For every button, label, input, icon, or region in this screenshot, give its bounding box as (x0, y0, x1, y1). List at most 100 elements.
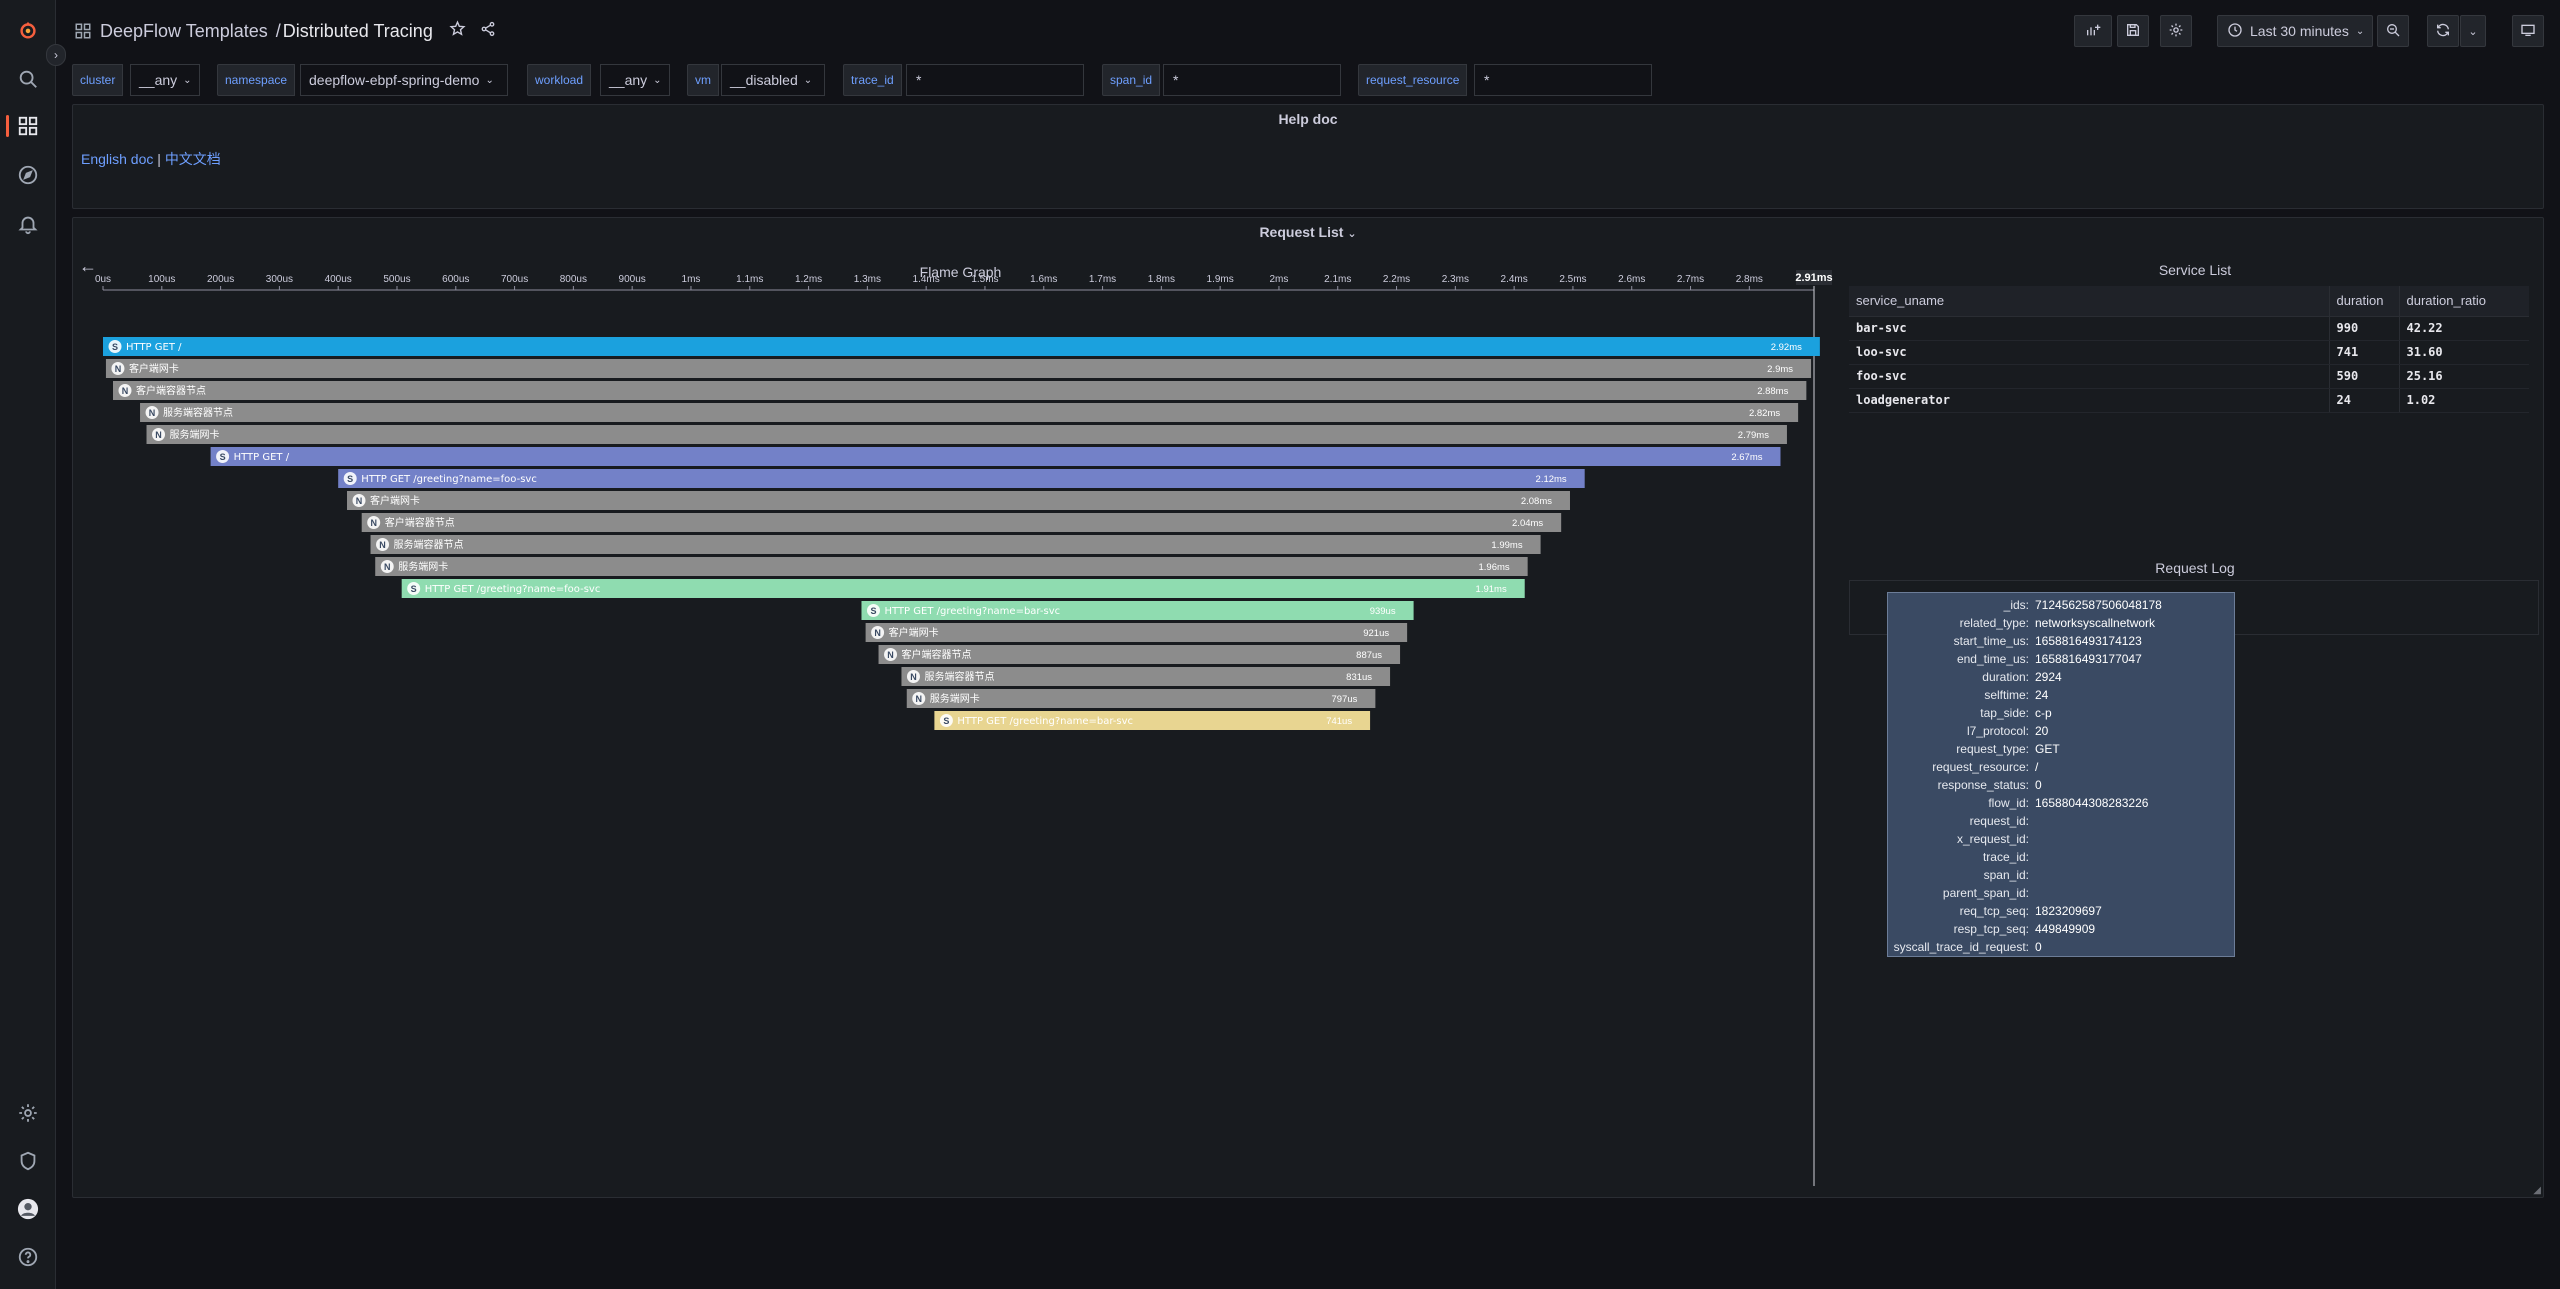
column-header-duration-ratio[interactable]: duration_ratio (2398, 286, 2529, 317)
trace-id-input[interactable]: * (906, 64, 1084, 96)
flame-bar-rect (361, 513, 1562, 532)
flame-bar-label: 客户端容器节点 (902, 648, 972, 661)
var-label-trace-id: trace_id (843, 64, 902, 96)
flame-bar-label: 客户端容器节点 (385, 516, 455, 529)
tv-mode-button[interactable] (2512, 15, 2544, 47)
flame-bar[interactable]: N 服务端网卡 1.96ms (375, 557, 1528, 576)
tooltip-value: networksyscallnetwork (2035, 616, 2156, 630)
table-row[interactable]: loo-svc 741 31.60 (1849, 340, 2529, 365)
breadcrumb-folder[interactable]: DeepFlow Templates (100, 21, 268, 42)
var-label-request-resource: request_resource (1358, 64, 1468, 96)
var-select-cluster[interactable]: __any ⌄ (130, 64, 200, 96)
help-icon[interactable] (14, 1243, 42, 1271)
zoom-out-button[interactable] (2377, 15, 2409, 47)
tooltip-key: span_id: (1983, 868, 2029, 882)
table-cell: 1.02 (2398, 388, 2529, 413)
flame-bar[interactable]: N 客户端容器节点 2.88ms (112, 381, 1807, 400)
flame-bar[interactable]: N 服务端网卡 2.79ms (146, 425, 1787, 444)
flame-bar[interactable]: N 服务端容器节点 2.82ms (140, 403, 1799, 422)
var-select-workload[interactable]: __any ⌄ (600, 64, 670, 96)
time-range-picker[interactable]: Last 30 minutes ⌄ (2217, 15, 2373, 47)
table-cell: 42.22 (2398, 316, 2529, 341)
tooltip-row: duration: 2924 (1888, 668, 2234, 686)
flame-bar-label: 客户端网卡 (889, 626, 939, 639)
explore-icon[interactable] (14, 161, 42, 189)
flame-bar[interactable]: N 服务端网卡 797us (906, 689, 1376, 708)
table-row[interactable]: bar-svc 990 42.22 (1849, 316, 2529, 341)
tv-mode-icon (2520, 22, 2536, 41)
axis-tick-label: 200us (207, 274, 234, 285)
column-header-duration[interactable]: duration (2328, 286, 2399, 317)
add-panel-button[interactable] (2074, 15, 2112, 47)
axis-tick-label: 400us (325, 274, 352, 285)
request-resource-input[interactable]: * (1474, 64, 1652, 96)
var-select-vm[interactable]: __disabled ⌄ (721, 64, 825, 96)
flame-bar[interactable]: S HTTP GET / 2.92ms (103, 337, 1820, 356)
tooltip-row: request_id: (1888, 812, 2234, 830)
cursor-label: 2.91ms (1795, 272, 1832, 284)
flame-bar[interactable]: N 服务端容器节点 831us (901, 667, 1391, 686)
breadcrumb: DeepFlow Templates / Distributed Tracing (74, 20, 496, 42)
grafana-logo-icon[interactable] (14, 16, 42, 44)
flame-bar[interactable]: N 服务端容器节点 1.99ms (370, 535, 1541, 554)
var-select-namespace[interactable]: deepflow-ebpf-spring-demo ⌄ (300, 64, 508, 96)
tooltip-value: / (2035, 760, 2039, 774)
star-icon[interactable] (449, 20, 466, 42)
table-cell: 990 (2328, 316, 2399, 341)
chevron-down-icon: ⌄ (183, 74, 192, 86)
table-cell: loo-svc (1849, 340, 2329, 365)
table-row[interactable]: foo-svc 590 25.16 (1849, 364, 2529, 389)
english-doc-link[interactable]: English doc (81, 151, 153, 167)
avatar[interactable] (14, 1195, 42, 1223)
refresh-button[interactable] (2427, 15, 2459, 47)
tooltip-value: 20 (2035, 724, 2049, 738)
settings-icon[interactable] (14, 1099, 42, 1127)
table-cell: 741 (2328, 340, 2399, 365)
resize-handle-icon[interactable]: ◢ (2533, 1185, 2541, 1196)
flame-bar[interactable]: S HTTP GET /greeting?name=foo-svc 1.91ms (401, 579, 1525, 598)
alerting-icon[interactable] (14, 210, 42, 238)
span-type-letter: N (916, 694, 923, 704)
chevron-down-icon: ⌄ (2468, 25, 2478, 38)
flame-bar[interactable]: N 客户端容器节点 887us (878, 645, 1401, 664)
shield-icon[interactable] (14, 1147, 42, 1175)
share-icon[interactable] (480, 21, 496, 42)
tooltip-key: selftime: (1984, 688, 2029, 702)
table-row[interactable]: loadgenerator 24 1.02 (1849, 388, 2529, 413)
flame-bar[interactable]: S HTTP GET / 2.67ms (210, 447, 1781, 466)
flame-bar[interactable]: S HTTP GET /greeting?name=bar-svc 741us (934, 711, 1371, 730)
dashboard-settings-button[interactable] (2160, 15, 2192, 47)
flame-bar-duration: 797us (1331, 694, 1357, 705)
var-value: __disabled (730, 72, 798, 88)
flame-bar[interactable]: N 客户端网卡 2.9ms (105, 359, 1812, 378)
flame-bar[interactable]: N 客户端网卡 921us (865, 623, 1408, 642)
flame-bar-duration: 2.04ms (1512, 518, 1543, 529)
tooltip-row: flow_id: 16588044308283226 (1888, 794, 2234, 812)
save-button[interactable] (2117, 15, 2149, 47)
flame-bar-rect (146, 425, 1787, 444)
tooltip-key: request_type: (1956, 742, 2029, 756)
tooltip-row: end_time_us: 1658816493177047 (1888, 650, 2234, 668)
sidebar-expand-button[interactable]: › (46, 44, 66, 66)
flame-bar[interactable]: S HTTP GET /greeting?name=foo-svc 2.12ms (338, 469, 1585, 488)
flame-bar-duration: 1.91ms (1476, 584, 1507, 595)
search-icon[interactable] (14, 65, 42, 93)
flame-bar[interactable]: N 客户端网卡 2.08ms (347, 491, 1570, 510)
flame-bar-duration: 887us (1356, 650, 1382, 661)
flame-bar[interactable]: S HTTP GET /greeting?name=bar-svc 939us (861, 601, 1414, 620)
refresh-interval-dropdown[interactable]: ⌄ (2460, 15, 2486, 47)
chevron-down-icon: ⌄ (803, 74, 813, 86)
flame-bar-duration: 831us (1346, 672, 1372, 683)
tooltip-row: response_status: 0 (1888, 776, 2234, 794)
tooltip-row: request_type: GET (1888, 740, 2234, 758)
column-header-service-uname[interactable]: service_uname (1849, 286, 2329, 317)
flame-bar[interactable]: N 客户端容器节点 2.04ms (361, 513, 1562, 532)
chinese-doc-link[interactable]: 中文文档 (165, 151, 221, 167)
dashboard-title[interactable]: Distributed Tracing (283, 21, 433, 42)
flame-bar-label: 服务端容器节点 (163, 406, 233, 419)
dashboards-icon[interactable] (14, 112, 42, 140)
tooltip-key: start_time_us: (1953, 634, 2029, 648)
tooltip-key: resp_tcp_seq: (1953, 922, 2029, 936)
axis-tick-label: 1.1ms (736, 274, 763, 285)
span-id-input[interactable]: * (1163, 64, 1341, 96)
